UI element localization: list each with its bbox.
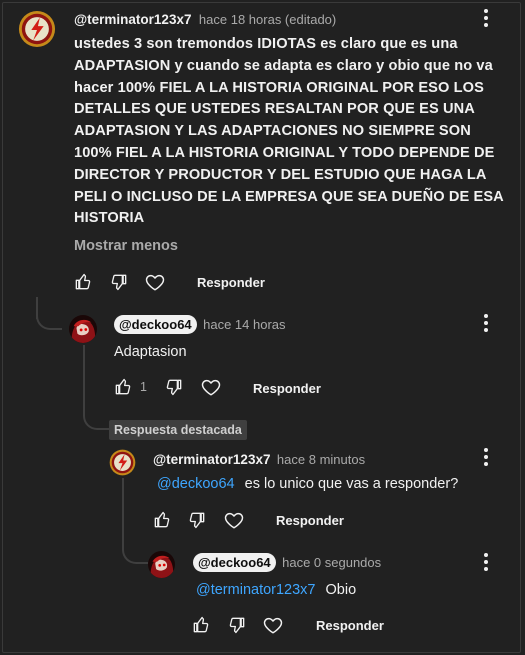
reply-button[interactable]: Responder xyxy=(276,513,344,528)
reply1-author[interactable]: @deckoo64 xyxy=(114,315,197,334)
like-icon[interactable] xyxy=(71,270,95,294)
reply-button[interactable]: Responder xyxy=(316,618,384,633)
dislike-icon[interactable] xyxy=(225,613,249,637)
like-icon[interactable] xyxy=(150,508,174,532)
dislike-icon[interactable] xyxy=(107,270,131,294)
comment-menu-icon[interactable] xyxy=(481,8,491,28)
reply2-mention[interactable]: @deckoo64 xyxy=(157,476,235,492)
avatar-flash-icon[interactable] xyxy=(109,449,136,476)
reply2-menu-icon[interactable] xyxy=(481,447,491,467)
reply3-mention[interactable]: @terminator123x7 xyxy=(196,582,316,598)
reply2-text-row: @deckoo64 es lo unico que vas a responde… xyxy=(157,476,458,492)
comment-text: ustedes 3 son tremondos IDIOTAS es claro… xyxy=(74,36,504,227)
dislike-icon[interactable] xyxy=(162,375,186,399)
like-icon[interactable] xyxy=(111,375,135,399)
dislike-icon[interactable] xyxy=(185,508,209,532)
avatar-user-icon[interactable] xyxy=(69,315,97,343)
reply2-header: @terminator123x7 hace 8 minutos xyxy=(153,451,365,469)
comment-author[interactable]: @terminator123x7 xyxy=(74,12,191,27)
reply2-meta: hace 8 minutos xyxy=(276,452,366,467)
like-icon[interactable] xyxy=(189,613,213,637)
show-less-link[interactable]: Mostrar menos xyxy=(74,238,178,254)
comment-meta: hace 18 horas (editado) xyxy=(198,12,337,27)
reply1-meta: hace 14 horas xyxy=(203,317,286,332)
reply1-header: @deckoo64 hace 14 horas xyxy=(114,315,286,334)
avatar-user-icon[interactable] xyxy=(148,551,175,578)
thread-connector xyxy=(83,345,109,430)
reply3-menu-icon[interactable] xyxy=(481,552,491,572)
heart-icon[interactable] xyxy=(199,375,223,399)
reply3-author[interactable]: @deckoo64 xyxy=(193,553,276,572)
reply2-text: es lo unico que vas a responder? xyxy=(244,476,459,492)
avatar-flash-icon[interactable] xyxy=(18,10,56,48)
reply3-meta: hace 0 segundos xyxy=(282,555,382,570)
heart-icon[interactable] xyxy=(261,613,285,637)
reply-button[interactable]: Responder xyxy=(197,275,265,290)
thread-connector xyxy=(36,300,62,330)
comment-header: @terminator123x7 hace 18 horas (editado) xyxy=(74,11,336,29)
featured-reply-badge: Respuesta destacada xyxy=(109,420,247,440)
reply2-author[interactable]: @terminator123x7 xyxy=(153,452,270,467)
like-count: 1 xyxy=(140,380,147,394)
reply-button[interactable]: Responder xyxy=(253,381,321,396)
reply1-menu-icon[interactable] xyxy=(481,313,491,333)
reply1-text: Adaptasion xyxy=(114,344,187,360)
thread-spacer xyxy=(84,430,110,462)
thread-connector xyxy=(122,478,148,564)
reply3-text-row: @terminator123x7 Obio xyxy=(196,582,356,598)
heart-icon[interactable] xyxy=(143,270,167,294)
reply3-header: @deckoo64 hace 0 segundos xyxy=(193,553,382,572)
heart-icon[interactable] xyxy=(222,508,246,532)
reply3-text: Obio xyxy=(325,582,357,598)
